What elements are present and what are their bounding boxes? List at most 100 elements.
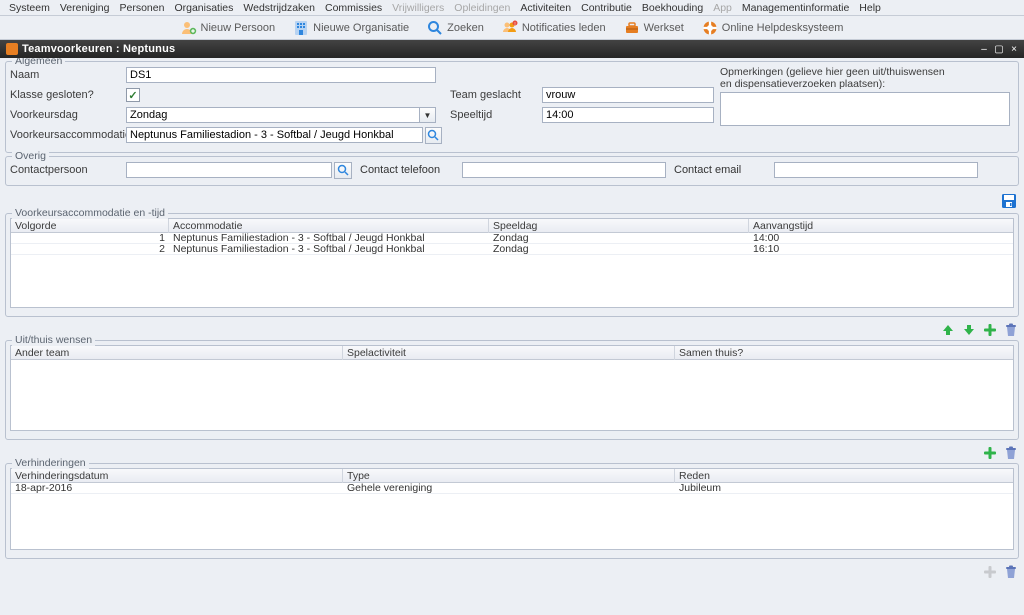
toolbar-label: Werkset (644, 22, 684, 34)
move-up-button[interactable] (940, 322, 956, 338)
menu-vereniging[interactable]: Vereniging (55, 2, 115, 14)
tab-icon (6, 43, 18, 55)
menu-wedstrijdzaken[interactable]: Wedstrijdzaken (238, 2, 320, 14)
table-uitthuis-header: Ander team Spelactiviteit Samen thuis? (11, 346, 1013, 360)
td-aanvangstijd: 16:10 (749, 244, 1013, 255)
toolbar-helpdesk[interactable]: Online Helpdesksysteem (696, 18, 850, 38)
th-samen-thuis[interactable]: Samen thuis? (675, 346, 1013, 360)
input-team-geslacht (542, 87, 714, 103)
label-contact-telefoon: Contact telefoon (352, 164, 462, 176)
dropdown-arrow-icon[interactable]: ▼ (420, 107, 436, 123)
menu-managementinformatie[interactable]: Managementinformatie (737, 2, 854, 14)
table-verhinderingen-body: 18-apr-2016 Gehele vereniging Jubileum (11, 483, 1013, 494)
save-button[interactable] (1001, 193, 1017, 209)
toolbar-nieuw-persoon[interactable]: Nieuw Persoon (175, 18, 282, 38)
td-accommodatie: Neptunus Familiestadion - 3 - Softbal / … (169, 244, 489, 255)
menu-organisaties[interactable]: Organisaties (169, 2, 238, 14)
menu-app: App (708, 2, 737, 14)
group-voorkeursaccommodatie-tijd: Voorkeursaccommodatie en -tijd Volgorde … (5, 213, 1019, 317)
table-voorkeurs-body: 1 Neptunus Familiestadion - 3 - Softbal … (11, 233, 1013, 255)
th-accommodatie[interactable]: Accommodatie (169, 219, 489, 233)
th-volgorde[interactable]: Volgorde (11, 219, 169, 233)
menu-opleidingen: Opleidingen (449, 2, 515, 14)
search-icon (427, 20, 443, 36)
table-voorkeurs-header: Volgorde Accommodatie Speeldag Aanvangst… (11, 219, 1013, 233)
select-voorkeursdag[interactable] (126, 107, 420, 123)
tab-title: Teamvoorkeuren : Neptunus (22, 43, 175, 55)
input-contactpersoon[interactable] (126, 162, 332, 178)
input-contact-telefoon[interactable] (462, 162, 666, 178)
minimize-button[interactable]: – (978, 43, 990, 55)
lookup-accommodatie-button[interactable] (425, 127, 442, 144)
input-voorkeursaccommodatie[interactable] (126, 127, 423, 143)
delete-button[interactable] (1003, 445, 1019, 461)
td-reden: Jubileum (675, 483, 1013, 494)
menu-systeem[interactable]: Systeem (4, 2, 55, 14)
toolbar-zoeken[interactable]: Zoeken (421, 18, 490, 38)
delete-button[interactable] (1003, 564, 1019, 580)
label-contact-email: Contact email (666, 164, 774, 176)
table-verhinderingen-header: Verhinderingsdatum Type Reden (11, 469, 1013, 483)
table-uitthuis: Ander team Spelactiviteit Samen thuis? (10, 345, 1014, 431)
opmerkingen-hint-1: Opmerkingen (gelieve hier geen uit/thuis… (720, 66, 1014, 78)
toolbar-label: Notificaties leden (522, 22, 606, 34)
td-aanvangstijd: 14:00 (749, 233, 1013, 244)
table-row[interactable]: 2 Neptunus Familiestadion - 3 - Softbal … (11, 244, 1013, 255)
input-contact-email[interactable] (774, 162, 978, 178)
menu-contributie[interactable]: Contributie (576, 2, 637, 14)
menu-boekhouding[interactable]: Boekhouding (637, 2, 708, 14)
label-voorkeursaccommodatie: Voorkeursaccommodatie (10, 129, 126, 141)
menu-activiteiten[interactable]: Activiteiten (515, 2, 576, 14)
label-klasse-gesloten: Klasse gesloten? (10, 89, 126, 101)
action-row-voorkeurs (5, 320, 1019, 340)
close-button[interactable]: × (1008, 43, 1020, 55)
table-verhinderingen: Verhinderingsdatum Type Reden 18-apr-201… (10, 468, 1014, 550)
tab-bar: Teamvoorkeuren : Neptunus – ▢ × (0, 40, 1024, 58)
td-speeldag: Zondag (489, 233, 749, 244)
th-aanvangstijd[interactable]: Aanvangstijd (749, 219, 1013, 233)
textarea-opmerkingen[interactable] (720, 92, 1010, 126)
input-naam[interactable] (126, 67, 436, 83)
add-button-disabled (982, 564, 998, 580)
menu-personen[interactable]: Personen (114, 2, 169, 14)
th-type[interactable]: Type (343, 469, 675, 483)
toolbar-label: Zoeken (447, 22, 484, 34)
action-row-uitthuis (5, 443, 1019, 463)
menu-commissies[interactable]: Commissies (320, 2, 387, 14)
legend-uitthuis: Uit/thuis wensen (12, 334, 95, 346)
label-naam: Naam (10, 69, 126, 81)
label-team-geslacht: Team geslacht (450, 89, 542, 101)
td-volgorde: 2 (11, 244, 169, 255)
delete-button[interactable] (1003, 322, 1019, 338)
group-overig: Overig Contactpersoon Contact telefoon C… (5, 156, 1019, 186)
th-verhinderingsdatum[interactable]: Verhinderingsdatum (11, 469, 343, 483)
th-speeldag[interactable]: Speeldag (489, 219, 749, 233)
toolbar-label: Nieuw Persoon (201, 22, 276, 34)
table-row[interactable]: 18-apr-2016 Gehele vereniging Jubileum (11, 483, 1013, 494)
th-reden[interactable]: Reden (675, 469, 1013, 483)
move-down-button[interactable] (961, 322, 977, 338)
legend-algemeen: Algemeen (12, 58, 65, 67)
th-spelactiviteit[interactable]: Spelactiviteit (343, 346, 675, 360)
add-button[interactable] (982, 445, 998, 461)
checkbox-klasse-gesloten[interactable]: ✓ (126, 88, 140, 102)
legend-verhinderingen: Verhinderingen (12, 457, 89, 469)
td-type: Gehele vereniging (343, 483, 675, 494)
th-ander-team[interactable]: Ander team (11, 346, 343, 360)
group-algemeen: Algemeen Naam Klasse gesloten? ✓ Voorkeu… (5, 61, 1019, 153)
bell-people-icon: ! (502, 20, 518, 36)
toolbar-notificaties-leden[interactable]: ! Notificaties leden (496, 18, 612, 38)
menu-vrijwilligers: Vrijwilligers (387, 2, 449, 14)
maximize-button[interactable]: ▢ (993, 43, 1005, 55)
toolbox-icon (624, 20, 640, 36)
toolbar: Nieuw Persoon Nieuwe Organisatie Zoeken … (0, 16, 1024, 40)
svg-text:!: ! (514, 21, 515, 26)
toolbar-nieuwe-organisatie[interactable]: Nieuwe Organisatie (287, 18, 415, 38)
menu-help[interactable]: Help (854, 2, 886, 14)
content-area: Algemeen Naam Klasse gesloten? ✓ Voorkeu… (0, 58, 1024, 615)
person-plus-icon (181, 20, 197, 36)
add-button[interactable] (982, 322, 998, 338)
input-speeltijd[interactable] (542, 107, 714, 123)
toolbar-werkset[interactable]: Werkset (618, 18, 690, 38)
lookup-contactpersoon-button[interactable] (334, 162, 352, 179)
